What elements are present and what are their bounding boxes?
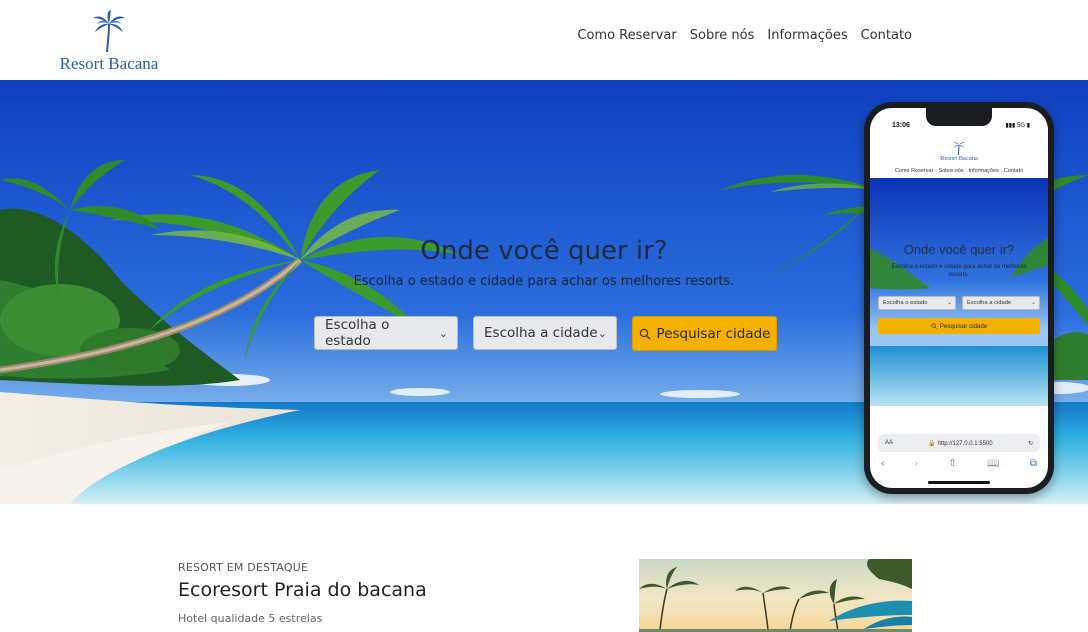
phone-mockup: 13:06 ▮▮▮ 5G ▮ Resort Bacana Como Reserv… — [864, 102, 1054, 494]
forward-icon[interactable]: › — [915, 458, 918, 469]
phone-address-bar[interactable]: AA 🔒 http://127.0.0.1:5500 ↻ — [878, 434, 1040, 452]
search-controls: Escolha o estado ⌄ Escolha a cidade ⌄ Pe… — [314, 316, 777, 351]
site-header: Resort Bacana Como Reservar Sobre nós In… — [0, 0, 1088, 80]
featured-title: Ecoresort Praia do bacana — [178, 579, 427, 601]
back-icon[interactable]: ‹ — [881, 458, 884, 469]
state-select[interactable]: Escolha o estado ⌄ — [314, 316, 458, 350]
phone-logo-text: Resort Bacana — [940, 155, 978, 162]
phone-notch — [926, 108, 992, 126]
featured-subtitle: Hotel qualidade 5 estrelas — [178, 612, 323, 625]
phone-text-size-button[interactable]: AA — [885, 440, 893, 446]
search-city-button[interactable]: Pesquisar cidade — [632, 316, 777, 351]
phone-state-select[interactable]: Escolha o estado ⌄ — [878, 296, 956, 310]
featured-resort-section: RESORT EM DESTAQUE Ecoresort Praia do ba… — [0, 504, 1088, 632]
phone-search-city-button[interactable]: Pesquisar cidade — [878, 318, 1040, 334]
phone-hero-title: Onde você quer ir? — [903, 242, 1015, 257]
lock-icon: 🔒 — [928, 440, 936, 447]
phone-screen: 13:06 ▮▮▮ 5G ▮ Resort Bacana Como Reserv… — [870, 108, 1048, 488]
phone-state-select-value: Escolha o estado — [883, 300, 928, 306]
reload-icon[interactable]: ↻ — [1028, 440, 1033, 447]
chevron-down-icon: ⌄ — [597, 326, 607, 340]
phone-url: 🔒 http://127.0.0.1:5500 — [928, 440, 993, 447]
featured-resort-image — [639, 559, 912, 632]
phone-search-controls: Escolha o estado ⌄ Escolha a cidade ⌄ — [878, 296, 1040, 310]
nav-link-sobre-nos[interactable]: Sobre nós — [690, 28, 755, 43]
phone-browser-toolbar: ‹ › ⇧ 📖 ⧉ — [878, 458, 1040, 469]
chevron-down-icon: ⌄ — [947, 300, 952, 306]
phone-city-select-value: Escolha a cidade — [967, 300, 1012, 306]
phone-home-indicator — [928, 481, 990, 484]
phone-city-select[interactable]: Escolha a cidade ⌄ — [962, 296, 1040, 310]
logo-text: Resort Bacana — [59, 54, 159, 73]
search-icon — [931, 323, 937, 329]
share-icon[interactable]: ⇧ — [948, 458, 956, 469]
main-nav: Como Reservar Sobre nós Informações Cont… — [577, 28, 912, 43]
featured-kicker: RESORT EM DESTAQUE — [178, 561, 309, 574]
phone-search-city-button-label: Pesquisar cidade — [939, 322, 988, 330]
phone-status-network: ▮▮▮ 5G ▮ — [1005, 123, 1030, 129]
bookmarks-icon[interactable]: 📖 — [987, 458, 999, 469]
phone-nav-sobre-nos[interactable]: Sobre nós — [938, 168, 963, 174]
palm-logo-icon — [953, 142, 965, 155]
nav-link-como-reservar[interactable]: Como Reservar — [577, 28, 676, 43]
palm-logo-icon — [93, 10, 125, 52]
nav-link-informacoes[interactable]: Informações — [767, 28, 847, 43]
city-select[interactable]: Escolha a cidade ⌄ — [473, 316, 617, 350]
state-select-value: Escolha o estado — [325, 317, 390, 349]
site-logo[interactable]: Resort Bacana — [52, 10, 166, 76]
phone-nav-informacoes[interactable]: Informações — [969, 168, 999, 174]
chevron-down-icon: ⌄ — [1031, 300, 1036, 306]
phone-nav-como-reservar[interactable]: Como Reservar — [895, 168, 934, 174]
phone-nav: Como Reservar Sobre nós Informações Cont… — [870, 168, 1048, 174]
search-city-button-label: Pesquisar cidade — [656, 325, 771, 342]
tabs-icon[interactable]: ⧉ — [1030, 458, 1037, 469]
search-icon — [639, 328, 651, 339]
phone-nav-contato[interactable]: Contato — [1004, 168, 1023, 174]
phone-hero-subtitle: Escolha o estado e cidade para achar os … — [891, 264, 1027, 279]
phone-status-time: 13:06 — [892, 122, 910, 129]
phone-site-logo[interactable]: Resort Bacana — [870, 140, 1048, 162]
chevron-down-icon: ⌄ — [438, 326, 448, 340]
nav-link-contato[interactable]: Contato — [861, 28, 912, 43]
city-select-value: Escolha a cidade — [484, 325, 598, 341]
